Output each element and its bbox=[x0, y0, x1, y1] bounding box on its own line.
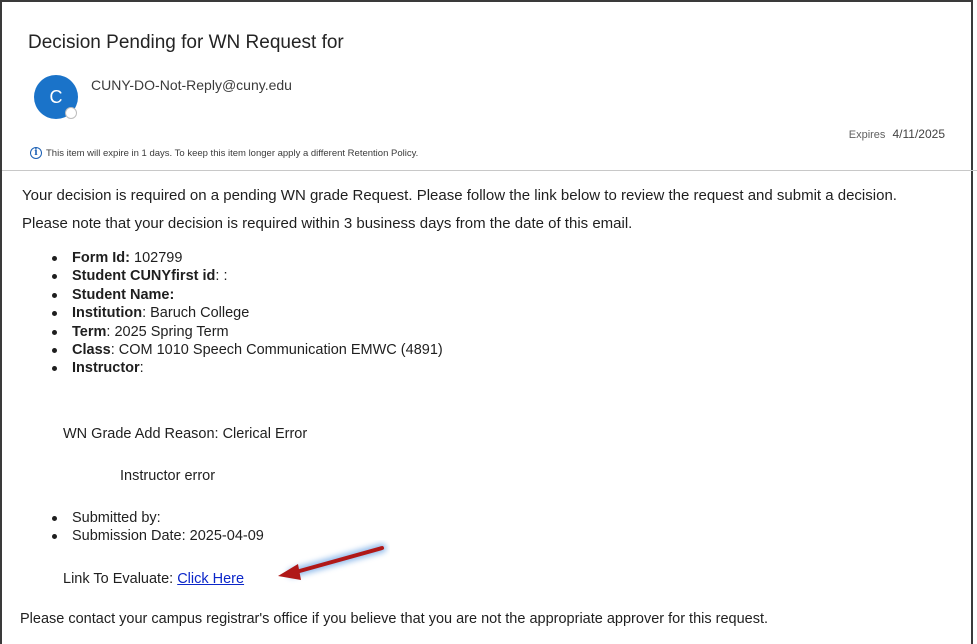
field-label: Form Id: bbox=[72, 250, 130, 266]
field-label: Student Name bbox=[72, 286, 170, 303]
list-item: Instructor: bbox=[50, 359, 443, 377]
list-item: Submitted by: bbox=[50, 509, 264, 527]
field-label: Class bbox=[72, 342, 111, 359]
request-fields-list: Form Id: 102799 Student CUNYfirst id: : … bbox=[50, 249, 443, 378]
retention-notice: i This item will expire in 1 days. To ke… bbox=[30, 147, 418, 159]
evaluate-link-label: Link To Evaluate: bbox=[63, 571, 178, 587]
field-value: : : bbox=[215, 268, 228, 285]
field-value: : bbox=[139, 360, 144, 377]
info-icon: i bbox=[30, 147, 42, 159]
body-line-1: Your decision is required on a pending W… bbox=[22, 187, 897, 204]
field-label: Term bbox=[72, 323, 107, 340]
field-value: : COM 1010 Speech Communication EMWC (48… bbox=[110, 342, 443, 359]
submission-date: Submission Date: 2025-04-09 bbox=[72, 528, 264, 545]
field-label: Student CUNYfirst id bbox=[72, 268, 216, 285]
header-divider bbox=[2, 170, 977, 171]
expiry-info: Expires 4/11/2025 bbox=[849, 127, 945, 141]
expires-label: Expires bbox=[848, 129, 886, 141]
list-item: Student Name: bbox=[50, 286, 443, 304]
list-item: Term: 2025 Spring Term bbox=[50, 323, 443, 341]
field-value: : bbox=[169, 286, 175, 303]
list-item: Form Id: 102799 bbox=[50, 249, 443, 267]
list-item: Institution: Baruch College bbox=[50, 304, 443, 322]
sender-address[interactable]: CUNY-DO-Not-Reply@cuny.edu bbox=[91, 77, 292, 93]
arrow-head bbox=[278, 564, 301, 580]
field-value: : Baruch College bbox=[142, 305, 250, 322]
arrow-shaft bbox=[294, 546, 384, 574]
field-value: : 2025 Spring Term bbox=[106, 323, 229, 340]
click-here-link[interactable]: Click Here bbox=[177, 571, 244, 587]
email-subject: Decision Pending for WN Request for bbox=[28, 32, 344, 53]
expires-date: 4/11/2025 bbox=[892, 127, 946, 141]
body-line-2: Please note that your decision is requir… bbox=[22, 215, 633, 232]
submission-list: Submitted by: Submission Date: 2025-04-0… bbox=[50, 509, 264, 546]
wn-reason-detail: Instructor error bbox=[120, 468, 216, 484]
field-value: 102799 bbox=[130, 250, 183, 266]
list-item: Student CUNYfirst id: : bbox=[50, 267, 443, 285]
retention-notice-text: This item will expire in 1 days. To keep… bbox=[46, 147, 419, 159]
field-label: Instructor bbox=[72, 360, 140, 377]
field-label: Institution bbox=[72, 305, 143, 322]
avatar-initial: C bbox=[49, 86, 63, 107]
submitted-by: Submitted by: bbox=[72, 510, 161, 526]
evaluate-link-row: Link To Evaluate: Click Here bbox=[63, 571, 244, 587]
footer-note: Please contact your campus registrar's o… bbox=[20, 611, 769, 627]
wn-reason: WN Grade Add Reason: Clerical Error bbox=[63, 426, 308, 442]
list-item: Submission Date: 2025-04-09 bbox=[50, 527, 264, 545]
presence-status-icon bbox=[65, 107, 77, 119]
list-item: Class: COM 1010 Speech Communication EMW… bbox=[50, 341, 443, 359]
red-arrow-annotation bbox=[278, 543, 387, 580]
